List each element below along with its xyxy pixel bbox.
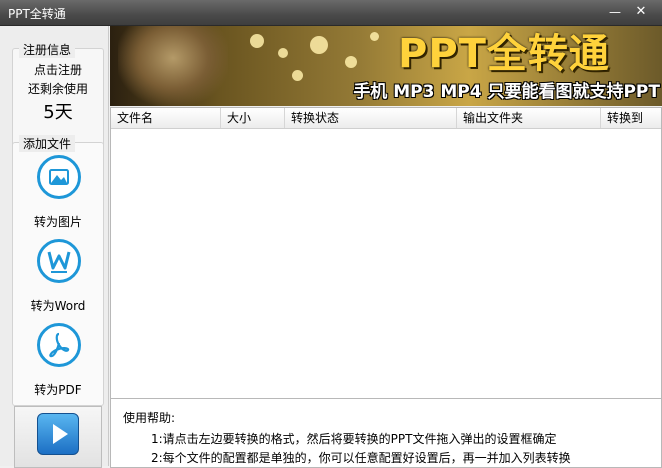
image-icon: [37, 155, 81, 199]
bokeh-light: [278, 48, 288, 58]
pdf-icon: [37, 323, 81, 367]
column-header-size[interactable]: 大小: [221, 108, 285, 128]
start-convert-button[interactable]: [14, 406, 102, 468]
register-group-title: 注册信息: [19, 41, 76, 58]
column-header-filename[interactable]: 文件名: [111, 108, 221, 128]
column-header-status[interactable]: 转换状态: [285, 108, 457, 128]
sidebar: 注册信息 点击注册 还剩余使用 5天 添加文件 转为图片 转为Word 转为PD…: [0, 26, 109, 468]
minimize-button[interactable]: —: [604, 2, 626, 22]
bokeh-light: [310, 36, 328, 54]
word-icon: [37, 239, 81, 283]
convert-to-image-button[interactable]: 转为图片: [13, 151, 103, 231]
convert-to-word-label: 转为Word: [30, 299, 86, 313]
close-button[interactable]: ✕: [630, 2, 652, 22]
convert-to-image-label: 转为图片: [33, 215, 82, 229]
bokeh-light: [292, 70, 303, 81]
file-list-table[interactable]: 文件名 大小 转换状态 输出文件夹 转换到: [110, 107, 662, 399]
play-icon: [37, 413, 79, 455]
help-panel: 使用帮助: 1:请点击左边要转换的格式，然后将要转换的PPT文件拖入弹出的设置框…: [110, 398, 662, 468]
help-line-1: 1:请点击左边要转换的格式，然后将要转换的PPT文件拖入弹出的设置框确定: [151, 432, 557, 446]
add-files-group: 添加文件 转为图片 转为Word 转为PDF: [12, 135, 104, 406]
banner-subtitle: 手机 MP3 MP4 只要能看图就支持PPT: [353, 82, 660, 102]
help-title: 使用帮助:: [123, 411, 176, 425]
bokeh-light: [370, 32, 379, 41]
column-header-output-folder[interactable]: 输出文件夹: [457, 108, 601, 128]
banner: PPT全转通 手机 MP3 MP4 只要能看图就支持PPT: [110, 26, 662, 106]
title-bar: PPT全转通 — ✕: [0, 0, 662, 26]
add-files-group-title: 添加文件: [19, 135, 76, 152]
cat-image: [118, 26, 228, 106]
banner-title: PPT全转通: [398, 31, 610, 77]
remaining-label: 还剩余使用: [27, 82, 88, 96]
bokeh-light: [345, 56, 357, 68]
convert-to-word-button[interactable]: 转为Word: [13, 235, 103, 315]
window-title: PPT全转通: [8, 7, 66, 21]
bokeh-light: [250, 34, 264, 48]
column-header-convert-to[interactable]: 转换到: [601, 108, 661, 128]
convert-to-pdf-label: 转为PDF: [34, 383, 82, 397]
help-line-2: 2:每个文件的配置都是单独的，你可以任意配置好设置后，再一并加入列表转换: [151, 451, 571, 465]
register-link[interactable]: 点击注册: [13, 61, 103, 78]
remaining-days: 5天: [43, 102, 73, 123]
table-header: 文件名 大小 转换状态 输出文件夹 转换到: [111, 108, 661, 129]
convert-to-pdf-button[interactable]: 转为PDF: [13, 319, 103, 399]
